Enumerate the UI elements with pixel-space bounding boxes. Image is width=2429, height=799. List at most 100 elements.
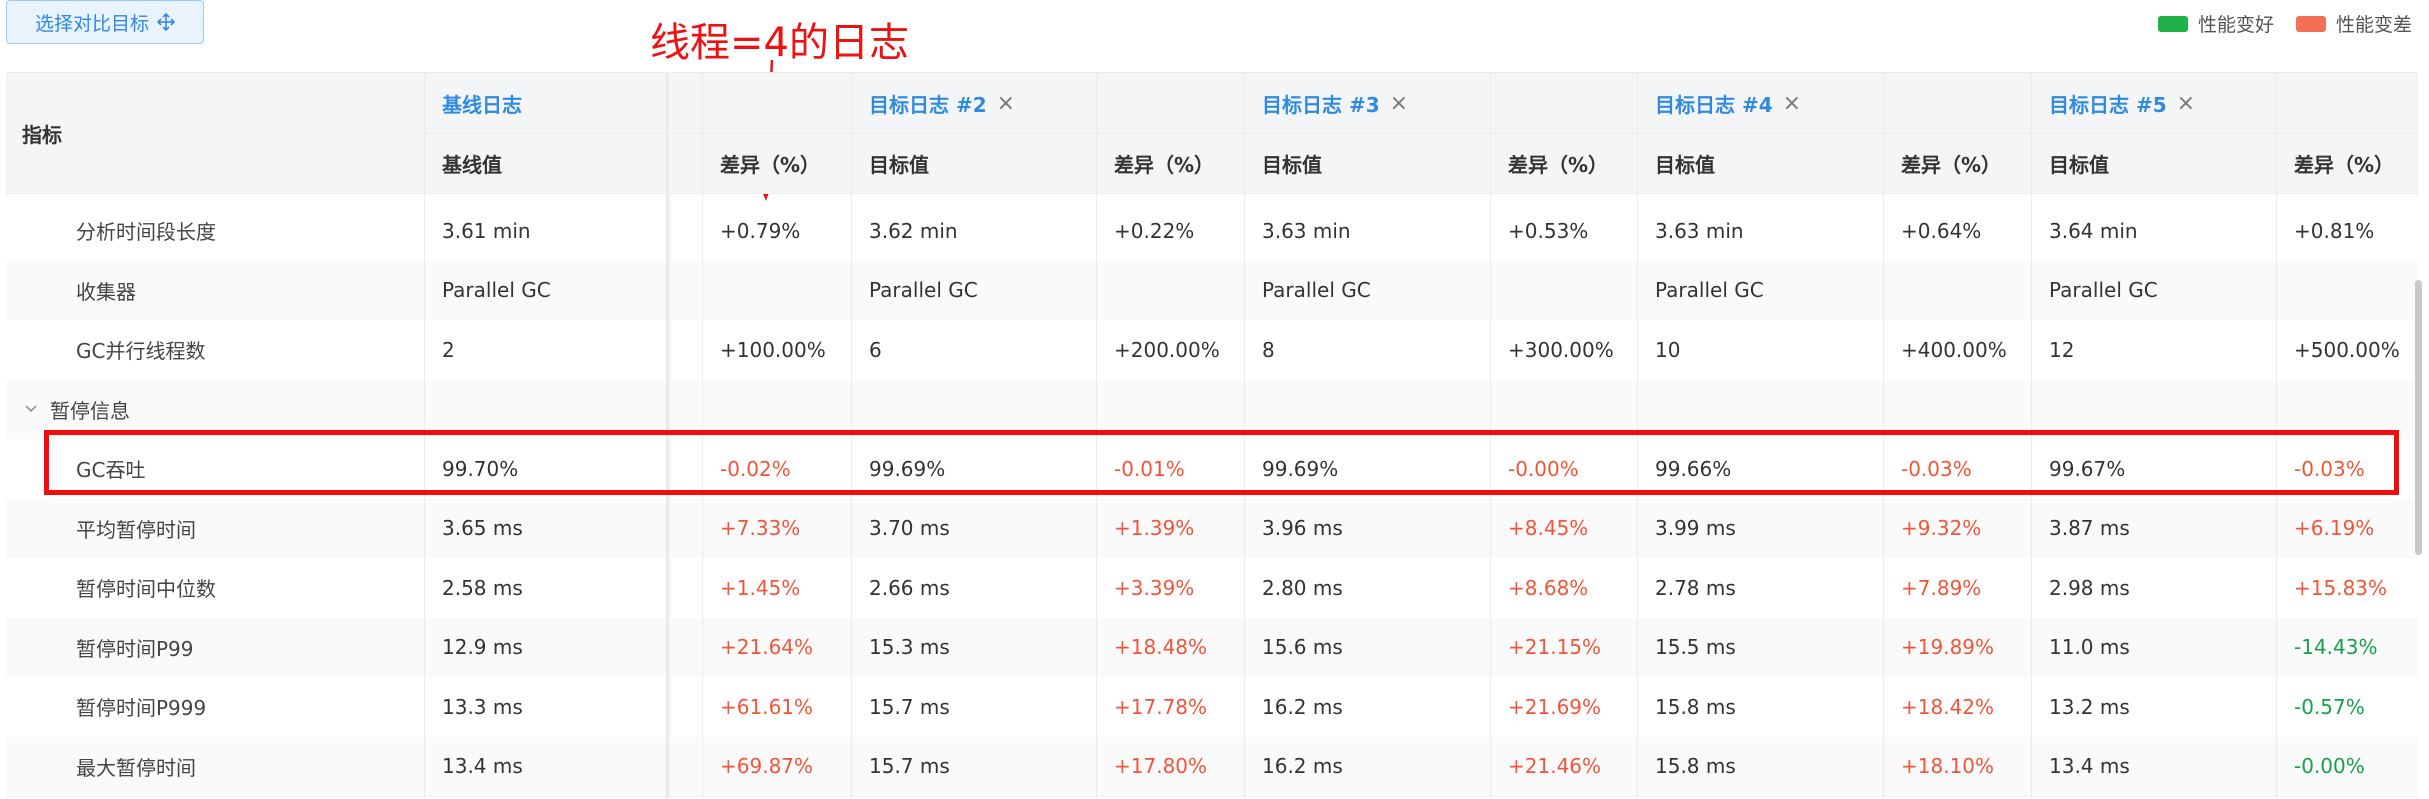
diff-cell: +17.80%: [1114, 754, 1208, 779]
metric-label: 暂停时间P999: [76, 696, 207, 721]
remove-target-close-icon[interactable]: ×: [2177, 91, 2195, 116]
remove-target-close-icon[interactable]: ×: [997, 91, 1015, 116]
chevron-down-icon[interactable]: [24, 397, 38, 421]
remove-target-close-icon[interactable]: ×: [1783, 91, 1801, 116]
legend-worse-label: 性能变差: [2336, 14, 2413, 36]
diff-cell: +15.83%: [2294, 575, 2388, 600]
value-cell: 13.2 ms: [2049, 694, 2130, 719]
value-cell: 6: [869, 337, 882, 362]
legend-better-label: 性能变好: [2198, 14, 2275, 36]
value-cell: 3.99 ms: [1655, 516, 1736, 541]
diff-cell: +9.32%: [1901, 516, 1982, 541]
value-cell: 3.65 ms: [442, 516, 523, 541]
group-title: 目标日志 #5: [2049, 92, 2167, 117]
value-cell: 8: [1262, 337, 1275, 362]
diff-cell: +100.00%: [720, 337, 826, 362]
grid-line: [424, 133, 2418, 134]
metric-label: 暂停时间P99: [76, 636, 194, 661]
value-cell: 2.80 ms: [1262, 575, 1343, 600]
value-cell: 2: [442, 337, 455, 362]
grid-line: [6, 193, 2418, 194]
metric-label: GC并行线程数: [76, 339, 206, 364]
diff-cell: +500.00%: [2294, 337, 2400, 362]
value-cell: 3.63 min: [1655, 218, 1744, 243]
value-cell: 15.5 ms: [1655, 635, 1736, 660]
value-cell: 2.98 ms: [2049, 575, 2130, 600]
diff-cell: +7.33%: [720, 516, 801, 541]
diff-column-header: 差异（%）: [1096, 133, 1244, 193]
value-cell: Parallel GC: [442, 278, 551, 303]
value-cell: 3.70 ms: [869, 516, 950, 541]
value-cell: 15.8 ms: [1655, 754, 1736, 779]
diff-cell: -0.00%: [2294, 754, 2365, 779]
legend-worse-swatch: [2296, 15, 2326, 32]
value-cell: 15.7 ms: [869, 694, 950, 719]
value-cell: 10: [1655, 337, 1681, 362]
value-cell: 13.4 ms: [2049, 754, 2130, 779]
diff-cell: +0.22%: [1114, 218, 1195, 243]
diff-cell: +21.46%: [1508, 754, 1602, 779]
value-cell: 16.2 ms: [1262, 754, 1343, 779]
value-column-header: 目标值: [1637, 133, 1883, 193]
value-cell: 15.8 ms: [1655, 694, 1736, 719]
legend-worse: 性能变差: [2296, 10, 2412, 37]
value-cell: 2.66 ms: [869, 575, 950, 600]
diff-cell: +18.42%: [1901, 694, 1995, 719]
diff-cell: -0.57%: [2294, 694, 2365, 719]
value-cell: 15.6 ms: [1262, 635, 1343, 660]
value-cell: 2.78 ms: [1655, 575, 1736, 600]
value-cell: Parallel GC: [1262, 278, 1371, 303]
diff-cell: +21.15%: [1508, 635, 1602, 660]
diff-cell: +1.39%: [1114, 516, 1195, 541]
value-cell: Parallel GC: [869, 278, 978, 303]
diff-column-header: 差异（%）: [1883, 133, 2031, 193]
value-column-header: 基线值: [424, 133, 702, 193]
section-label: 暂停信息: [50, 398, 130, 423]
diff-cell: +0.53%: [1508, 218, 1589, 243]
select-compare-target-label: 选择对比目标: [34, 12, 149, 35]
diff-cell: +17.78%: [1114, 694, 1208, 719]
group-header-target-4: 目标日志 #4 ×: [1637, 73, 2031, 133]
value-cell: 11.0 ms: [2049, 635, 2130, 660]
value-cell: 15.3 ms: [869, 635, 950, 660]
diff-cell: +400.00%: [1901, 337, 2007, 362]
value-column-header: 目标值: [851, 133, 1096, 193]
remove-target-close-icon[interactable]: ×: [1390, 91, 1408, 116]
diff-cell: [702, 261, 851, 321]
metric-label: 分析时间段长度: [76, 220, 216, 245]
value-cell: Parallel GC: [1655, 278, 1764, 303]
group-header-target-3: 目标日志 #3 ×: [1244, 73, 1637, 133]
metric-label: 平均暂停时间: [76, 517, 196, 542]
group-title: 目标日志 #3: [1262, 92, 1380, 117]
group-title: 目标日志 #2: [869, 92, 987, 117]
metric-label: 收集器: [76, 279, 136, 304]
vertical-scrollbar[interactable]: [2415, 280, 2422, 555]
diff-cell: [1883, 261, 2031, 321]
select-compare-target-button[interactable]: 选择对比目标: [6, 0, 204, 44]
diff-cell: [1490, 261, 1637, 321]
diff-column-header: 差异（%）: [2276, 133, 2418, 193]
legend-better-swatch: [2158, 15, 2188, 32]
value-cell: 3.96 ms: [1262, 516, 1343, 541]
value-cell: 3.61 min: [442, 218, 531, 243]
group-header-target-2: 目标日志 #2 ×: [851, 73, 1244, 133]
diff-cell: +8.68%: [1508, 575, 1589, 600]
value-column-header: 目标值: [1244, 133, 1490, 193]
diff-cell: +19.89%: [1901, 635, 1995, 660]
diff-cell: +1.45%: [720, 575, 801, 600]
diff-cell: +21.69%: [1508, 694, 1602, 719]
value-cell: Parallel GC: [2049, 278, 2158, 303]
value-cell: 15.7 ms: [869, 754, 950, 779]
diff-cell: +3.39%: [1114, 575, 1195, 600]
value-cell: 12.9 ms: [442, 635, 523, 660]
metric-label: 暂停时间中位数: [76, 577, 216, 602]
value-cell: 12: [2049, 337, 2075, 362]
diff-cell: +69.87%: [720, 754, 814, 779]
diff-cell: [1096, 261, 1244, 321]
value-cell: 13.4 ms: [442, 754, 523, 779]
diff-column-header: 差异（%）: [1490, 133, 1637, 193]
value-cell: 2.58 ms: [442, 575, 523, 600]
value-cell: 3.62 min: [869, 218, 958, 243]
value-column-header: 目标值: [2031, 133, 2276, 193]
diff-cell: -14.43%: [2294, 635, 2378, 660]
